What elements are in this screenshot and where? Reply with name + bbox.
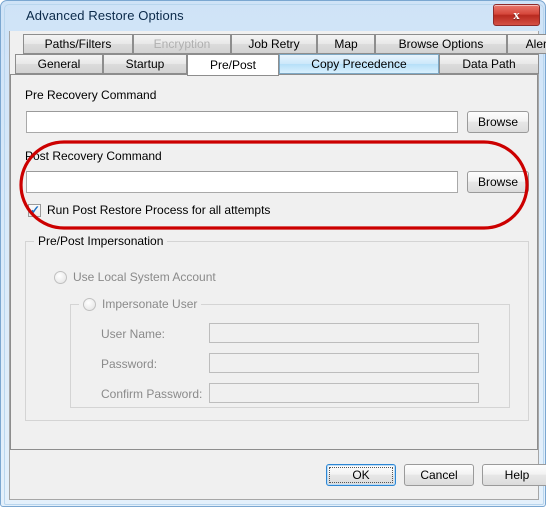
impersonation-groupbox: Pre/Post Impersonation Use Local System …: [25, 234, 529, 421]
tab-encryption: Encryption: [133, 34, 231, 54]
user-name-label: User Name:: [101, 327, 166, 341]
close-icon: x: [513, 7, 520, 22]
tab-browse-options[interactable]: Browse Options: [375, 34, 507, 54]
impersonation-groupbox-title: Pre/Post Impersonation: [34, 234, 168, 248]
run-post-restore-checkbox[interactable]: ✓ Run Post Restore Process for all attem…: [28, 203, 270, 217]
radio-circle: [54, 270, 67, 284]
check-icon: ✓: [30, 202, 41, 217]
dialog-button-bar: OK Cancel Help: [10, 456, 546, 496]
user-name-input[interactable]: [209, 323, 479, 343]
confirm-password-label: Confirm Password:: [101, 387, 203, 401]
radio-circle: [83, 297, 96, 311]
window-title: Advanced Restore Options: [26, 8, 184, 23]
radio-use-local-system-account-label: Use Local System Account: [73, 270, 216, 284]
run-post-restore-checkbox-label: Run Post Restore Process for all attempt…: [47, 203, 271, 217]
title-bar: Advanced Restore Options x: [2, 2, 546, 30]
cancel-button[interactable]: Cancel: [404, 464, 474, 486]
radio-use-local-system-account[interactable]: Use Local System Account: [54, 270, 216, 284]
radio-impersonate-user-label: Impersonate User: [102, 297, 198, 311]
close-button[interactable]: x: [493, 4, 540, 26]
dialog-window: Advanced Restore Options x Paths/Filters…: [0, 0, 546, 507]
tab-map[interactable]: Map: [317, 34, 375, 54]
tab-copy-precedence[interactable]: Copy Precedence: [279, 54, 439, 74]
confirm-password-input[interactable]: [209, 383, 479, 403]
post-recovery-command-label: Post Recovery Command: [25, 149, 162, 163]
tab-data-path[interactable]: Data Path: [439, 54, 539, 74]
pre-recovery-command-label: Pre Recovery Command: [25, 88, 157, 102]
tab-general[interactable]: General: [15, 54, 103, 74]
help-button[interactable]: Help: [482, 464, 546, 486]
post-recovery-command-input[interactable]: [26, 171, 458, 193]
tab-paths-filters[interactable]: Paths/Filters: [23, 34, 133, 54]
tab-strip: Paths/Filters Encryption Job Retry Map B…: [9, 33, 546, 76]
pre-recovery-browse-button[interactable]: Browse: [467, 111, 529, 133]
ok-button[interactable]: OK: [326, 464, 396, 486]
checkbox-box: ✓: [28, 202, 41, 217]
radio-impersonate-user[interactable]: Impersonate User: [79, 297, 202, 311]
post-recovery-browse-button[interactable]: Browse: [467, 171, 529, 193]
password-input[interactable]: [209, 353, 479, 373]
focus-ring: [329, 467, 393, 483]
password-label: Password:: [101, 357, 158, 371]
tab-pre-post[interactable]: Pre/Post: [187, 54, 279, 76]
pre-recovery-command-input[interactable]: [26, 111, 458, 133]
tab-startup[interactable]: Startup: [103, 54, 187, 74]
tab-page-pre-post: Pre Recovery Command Browse Post Recover…: [10, 74, 538, 450]
impersonate-user-groupbox: Impersonate User User Name: Password: Co…: [70, 297, 510, 408]
tab-job-retry[interactable]: Job Retry: [231, 34, 317, 54]
tab-alert[interactable]: Alert: [507, 34, 546, 54]
